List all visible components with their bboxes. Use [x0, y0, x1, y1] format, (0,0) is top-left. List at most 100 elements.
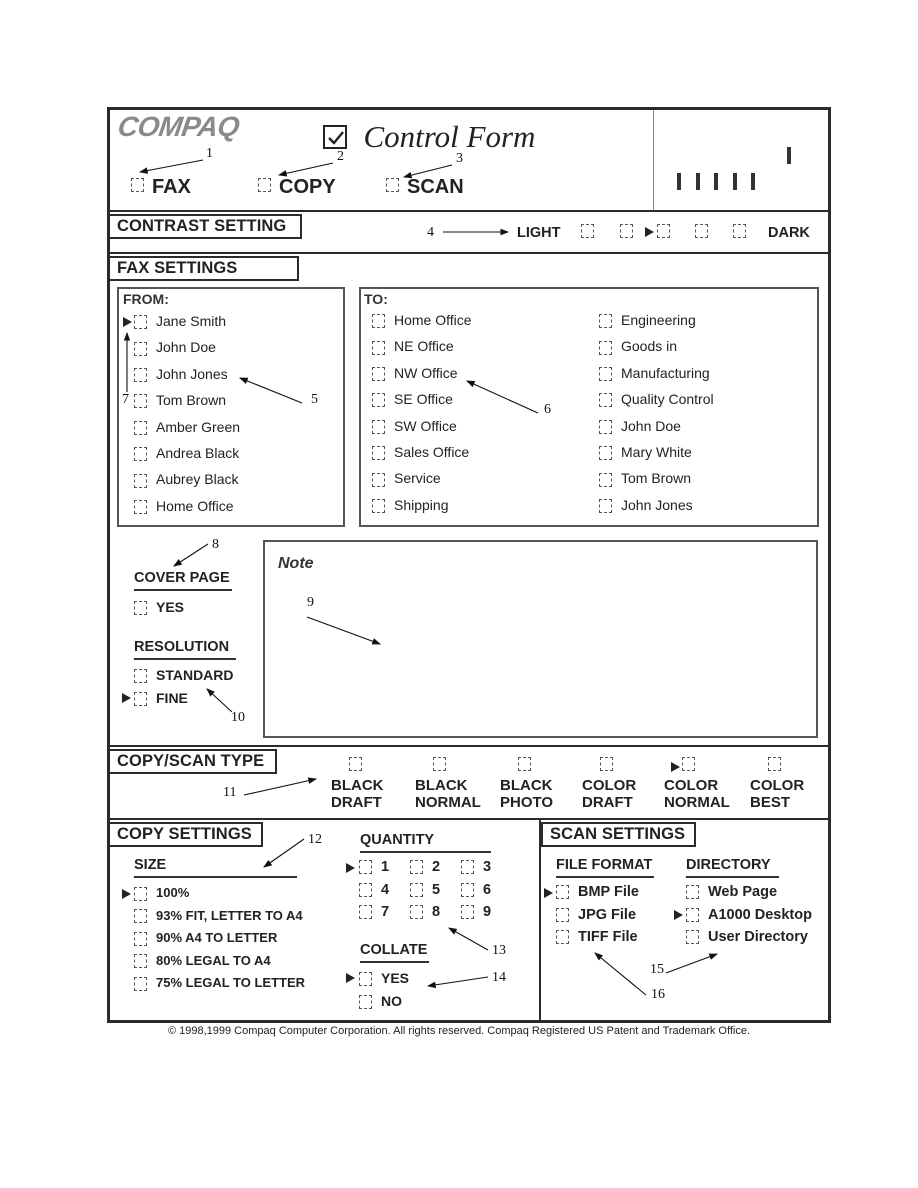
from-item-tom-brown-checkbox[interactable]	[134, 394, 147, 409]
to-item-john-doe-2[interactable]: John Doe	[599, 418, 681, 434]
collate-yes[interactable]: YES	[359, 970, 409, 987]
size-option-90-a4-to-letter-checkbox[interactable]	[134, 931, 147, 946]
quantity-5[interactable]: 5	[410, 882, 440, 898]
type-option-color-best[interactable]: COLOR BEST	[750, 757, 804, 811]
contrast-level-5[interactable]	[733, 224, 746, 238]
mode-scan[interactable]: SCAN	[386, 176, 464, 199]
file-format-jpg-file[interactable]: JPG File	[556, 907, 636, 923]
size-option-93-fit-letter-to-a4[interactable]: 93% FIT, LETTER TO A4	[134, 908, 303, 924]
quantity-3-checkbox[interactable]	[461, 860, 474, 875]
directory-user-directory[interactable]: User Directory	[686, 929, 808, 945]
quantity-2[interactable]: 2	[410, 859, 440, 875]
from-item-andrea-black-checkbox[interactable]	[134, 447, 147, 462]
to-item-manufacturing-2-checkbox[interactable]	[599, 367, 612, 382]
to-item-engineering-2-checkbox[interactable]	[599, 314, 612, 329]
size-option-100[interactable]: 100%	[134, 885, 189, 901]
to-item-goods-in-2[interactable]: Goods in	[599, 338, 677, 355]
quantity-6[interactable]: 6	[461, 882, 491, 898]
to-item-tom-brown-2[interactable]: Tom Brown	[599, 470, 691, 487]
to-item-sales-office[interactable]: Sales Office	[372, 444, 469, 461]
to-item-manufacturing-2[interactable]: Manufacturing	[599, 365, 710, 382]
size-option-75-legal-to-letter-checkbox[interactable]	[134, 976, 147, 991]
type-option-black-normal[interactable]: BLACK NORMAL	[415, 757, 481, 811]
to-item-john-jones-2[interactable]: John Jones	[599, 497, 693, 514]
quantity-8-checkbox[interactable]	[410, 905, 423, 920]
from-item-jane-smith-checkbox[interactable]	[134, 315, 147, 330]
contrast-level-1[interactable]	[581, 224, 594, 238]
cover-page-yes[interactable]: YES	[134, 599, 184, 616]
quantity-1[interactable]: 1	[359, 859, 389, 875]
quantity-4[interactable]: 4	[359, 882, 389, 898]
directory-user-directory-checkbox[interactable]	[686, 930, 699, 945]
to-item-sw-office-checkbox[interactable]	[372, 419, 385, 434]
from-item-home-office[interactable]: Home Office	[134, 498, 234, 515]
directory-web-page-checkbox[interactable]	[686, 885, 699, 900]
to-item-quality-control-2-checkbox[interactable]	[599, 393, 612, 408]
from-item-amber-green-checkbox[interactable]	[134, 420, 147, 435]
collate-yes-checkbox[interactable]	[359, 972, 372, 987]
from-item-john-doe-checkbox[interactable]	[134, 341, 147, 356]
to-item-home-office-checkbox[interactable]	[372, 314, 385, 329]
to-item-se-office-checkbox[interactable]	[372, 393, 385, 408]
to-item-engineering-2[interactable]: Engineering	[599, 312, 696, 329]
fax-checkbox[interactable]	[131, 178, 144, 192]
file-format-bmp-file[interactable]: BMP File	[556, 884, 639, 900]
quantity-7[interactable]: 7	[359, 904, 389, 920]
resolution-standard-checkbox[interactable]	[134, 669, 147, 684]
resolution-fine[interactable]: FINE	[134, 690, 188, 707]
type-checkbox[interactable]	[682, 757, 695, 771]
from-item-home-office-checkbox[interactable]	[134, 500, 147, 515]
to-item-home-office[interactable]: Home Office	[372, 312, 472, 329]
from-item-john-jones-checkbox[interactable]	[134, 368, 147, 383]
to-item-ne-office[interactable]: NE Office	[372, 338, 454, 355]
size-option-80-legal-to-a4-checkbox[interactable]	[134, 954, 147, 969]
from-item-aubrey-black-checkbox[interactable]	[134, 473, 147, 488]
type-option-black-draft[interactable]: BLACK DRAFT	[331, 757, 384, 811]
type-checkbox[interactable]	[433, 757, 446, 771]
directory-a1000-desktop[interactable]: A1000 Desktop	[686, 907, 812, 923]
quantity-9[interactable]: 9	[461, 904, 491, 920]
to-item-mary-white-2-checkbox[interactable]	[599, 446, 612, 461]
cover-page-checkbox[interactable]	[134, 601, 147, 616]
to-item-service[interactable]: Service	[372, 470, 441, 487]
from-item-jane-smith[interactable]: Jane Smith	[134, 313, 226, 330]
file-format-jpg-file-checkbox[interactable]	[556, 907, 569, 922]
quantity-8[interactable]: 8	[410, 904, 440, 920]
type-checkbox[interactable]	[600, 757, 613, 771]
to-item-sales-office-checkbox[interactable]	[372, 446, 385, 461]
size-option-93-fit-letter-to-a4-checkbox[interactable]	[134, 909, 147, 924]
to-item-shipping-checkbox[interactable]	[372, 499, 385, 514]
to-item-sw-office[interactable]: SW Office	[372, 418, 457, 434]
collate-no[interactable]: NO	[359, 993, 402, 1010]
to-item-mary-white-2[interactable]: Mary White	[599, 444, 692, 461]
from-item-amber-green[interactable]: Amber Green	[134, 419, 240, 435]
scan-checkbox[interactable]	[386, 178, 399, 192]
copy-checkbox[interactable]	[258, 178, 271, 192]
quantity-3[interactable]: 3	[461, 859, 491, 875]
note-field[interactable]	[263, 540, 818, 738]
collate-no-checkbox[interactable]	[359, 995, 372, 1010]
to-item-goods-in-2-checkbox[interactable]	[599, 340, 612, 355]
from-item-tom-brown[interactable]: Tom Brown	[134, 392, 226, 409]
to-item-shipping[interactable]: Shipping	[372, 497, 449, 514]
resolution-fine-checkbox[interactable]	[134, 692, 147, 707]
to-item-service-checkbox[interactable]	[372, 472, 385, 487]
contrast-level-3[interactable]	[657, 224, 670, 238]
from-item-andrea-black[interactable]: Andrea Black	[134, 445, 239, 462]
file-format-bmp-file-checkbox[interactable]	[556, 885, 569, 900]
to-item-tom-brown-2-checkbox[interactable]	[599, 472, 612, 487]
file-format-tiff-file-checkbox[interactable]	[556, 930, 569, 945]
quantity-1-checkbox[interactable]	[359, 860, 372, 875]
mode-copy[interactable]: COPY	[258, 176, 336, 199]
quantity-2-checkbox[interactable]	[410, 860, 423, 875]
type-checkbox[interactable]	[768, 757, 781, 771]
quantity-9-checkbox[interactable]	[461, 905, 474, 920]
size-option-100-checkbox[interactable]	[134, 886, 147, 901]
quantity-7-checkbox[interactable]	[359, 905, 372, 920]
directory-a1000-desktop-checkbox[interactable]	[686, 907, 699, 922]
quantity-4-checkbox[interactable]	[359, 882, 372, 897]
mode-fax[interactable]: FAX	[131, 176, 191, 199]
type-checkbox[interactable]	[518, 757, 531, 771]
to-item-nw-office-checkbox[interactable]	[372, 367, 385, 382]
from-item-john-doe[interactable]: John Doe	[134, 339, 216, 356]
